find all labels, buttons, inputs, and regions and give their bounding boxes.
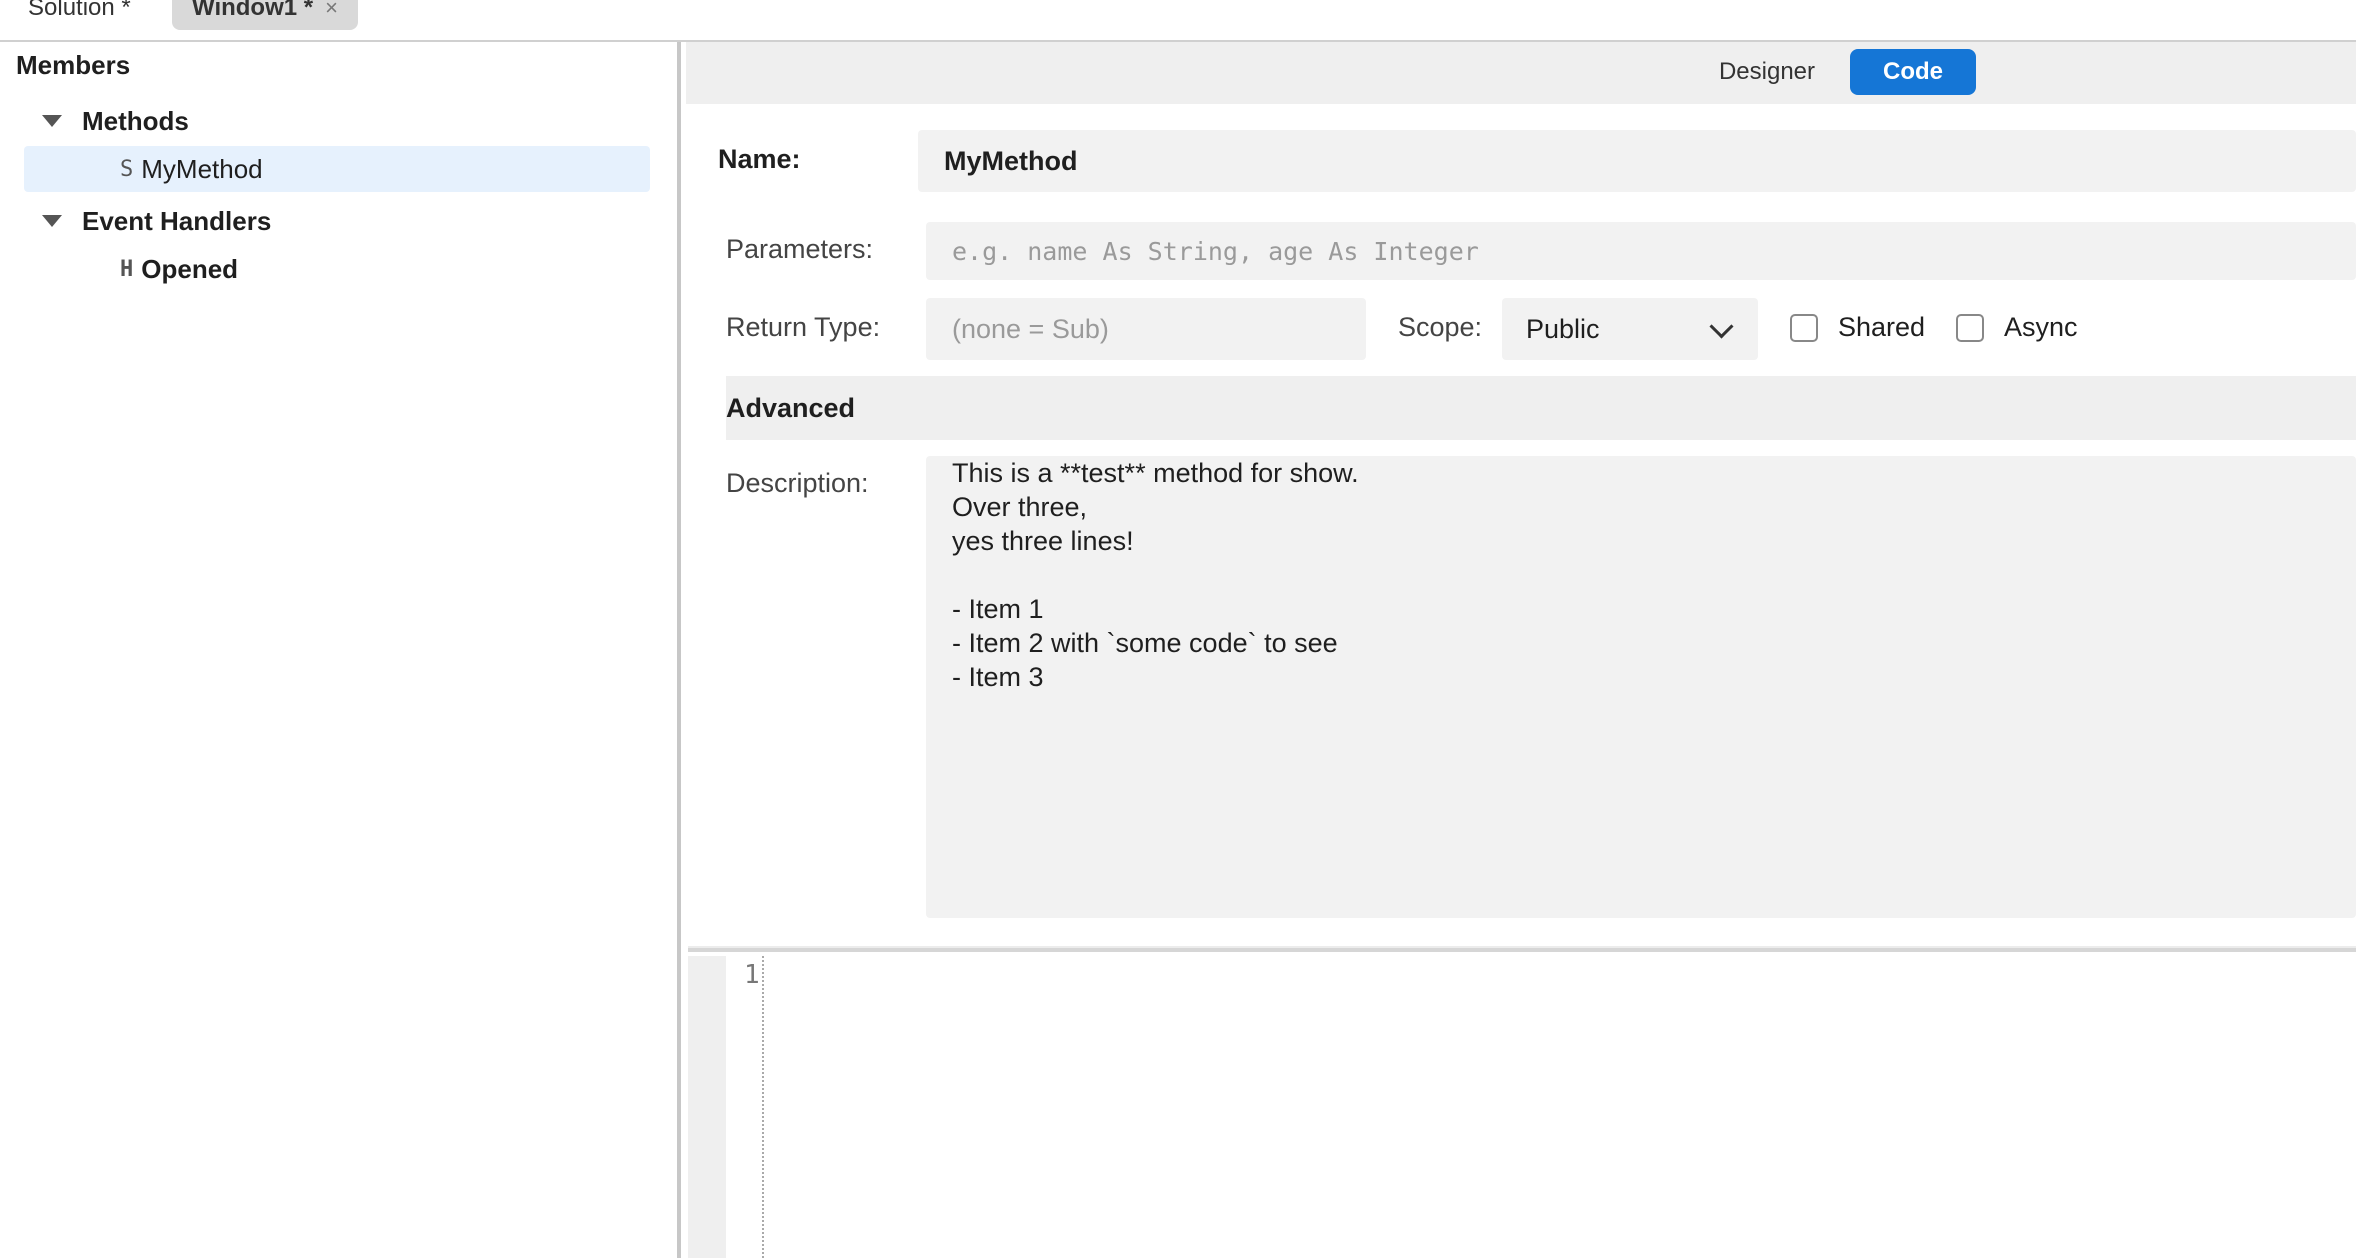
tab-window1[interactable]: Window1 * × bbox=[172, 0, 358, 30]
tree-group-label: Event Handlers bbox=[82, 205, 272, 236]
parameters-label: Parameters: bbox=[726, 234, 874, 264]
description-line bbox=[952, 558, 2356, 592]
shared-label[interactable]: Shared bbox=[1838, 312, 1925, 343]
line-number: 1 bbox=[744, 960, 760, 990]
tree-item-label: MyMethod bbox=[141, 153, 263, 184]
name-label: Name: bbox=[718, 144, 801, 174]
description-line: This is a **test** method for show. bbox=[952, 458, 1359, 488]
tree-item-opened[interactable]: H Opened bbox=[24, 246, 650, 292]
description-line: - Item 1 bbox=[952, 594, 1044, 624]
designer-button[interactable]: Designer bbox=[1702, 49, 1832, 95]
tab-solution-label: Solution * bbox=[28, 0, 131, 21]
tree-item-mymethod[interactable]: S MyMethod bbox=[24, 146, 650, 192]
tree-group-label: Methods bbox=[82, 105, 189, 136]
tree-group-event-handlers[interactable]: Event Handlers bbox=[0, 206, 271, 236]
description-label: Description: bbox=[726, 468, 869, 498]
scope-value: Public bbox=[1526, 313, 1600, 344]
scope-select[interactable]: Public bbox=[1502, 298, 1758, 360]
gutter-divider bbox=[762, 956, 764, 1258]
name-field[interactable]: MyMethod bbox=[918, 130, 2356, 192]
panel-splitter[interactable] bbox=[677, 42, 681, 1258]
description-textarea[interactable]: This is a **test** method for show. Over… bbox=[926, 456, 2356, 918]
description-line: yes three lines! bbox=[952, 526, 1134, 556]
tab-bar: Solution * Window1 * × bbox=[0, 0, 2356, 42]
tab-window1-label: Window1 * bbox=[192, 0, 314, 21]
editor-splitter[interactable] bbox=[688, 946, 2356, 952]
tree-item-label: Opened bbox=[141, 253, 239, 284]
return-type-label: Return Type: bbox=[726, 312, 881, 342]
chevron-down-icon[interactable] bbox=[42, 115, 62, 127]
close-icon[interactable]: × bbox=[325, 0, 338, 21]
editor-gutter bbox=[688, 956, 726, 1258]
view-toolbar bbox=[686, 42, 2356, 104]
shared-method-icon: S bbox=[120, 156, 134, 182]
description-line: - Item 3 bbox=[952, 662, 1044, 692]
code-button[interactable]: Code bbox=[1850, 49, 1976, 95]
tree-group-methods[interactable]: Methods bbox=[0, 106, 189, 136]
description-line: Over three, bbox=[952, 492, 1088, 522]
chevron-down-icon bbox=[1709, 314, 1734, 339]
chevron-down-icon[interactable] bbox=[42, 215, 62, 227]
parameters-field[interactable]: e.g. name As String, age As Integer bbox=[926, 222, 2356, 280]
shared-checkbox[interactable] bbox=[1790, 314, 1818, 342]
advanced-section-header[interactable]: Advanced bbox=[726, 376, 2356, 440]
scope-label: Scope: bbox=[1398, 312, 1483, 342]
members-title: Members bbox=[16, 50, 131, 80]
tab-solution[interactable]: Solution * bbox=[28, 0, 131, 30]
advanced-label: Advanced bbox=[726, 392, 856, 423]
async-checkbox[interactable] bbox=[1956, 314, 1984, 342]
handler-icon: H bbox=[120, 256, 134, 282]
description-line: - Item 2 with `some code` to see bbox=[952, 628, 1338, 658]
async-label[interactable]: Async bbox=[2004, 312, 2078, 343]
return-type-field[interactable]: (none = Sub) bbox=[926, 298, 1366, 360]
